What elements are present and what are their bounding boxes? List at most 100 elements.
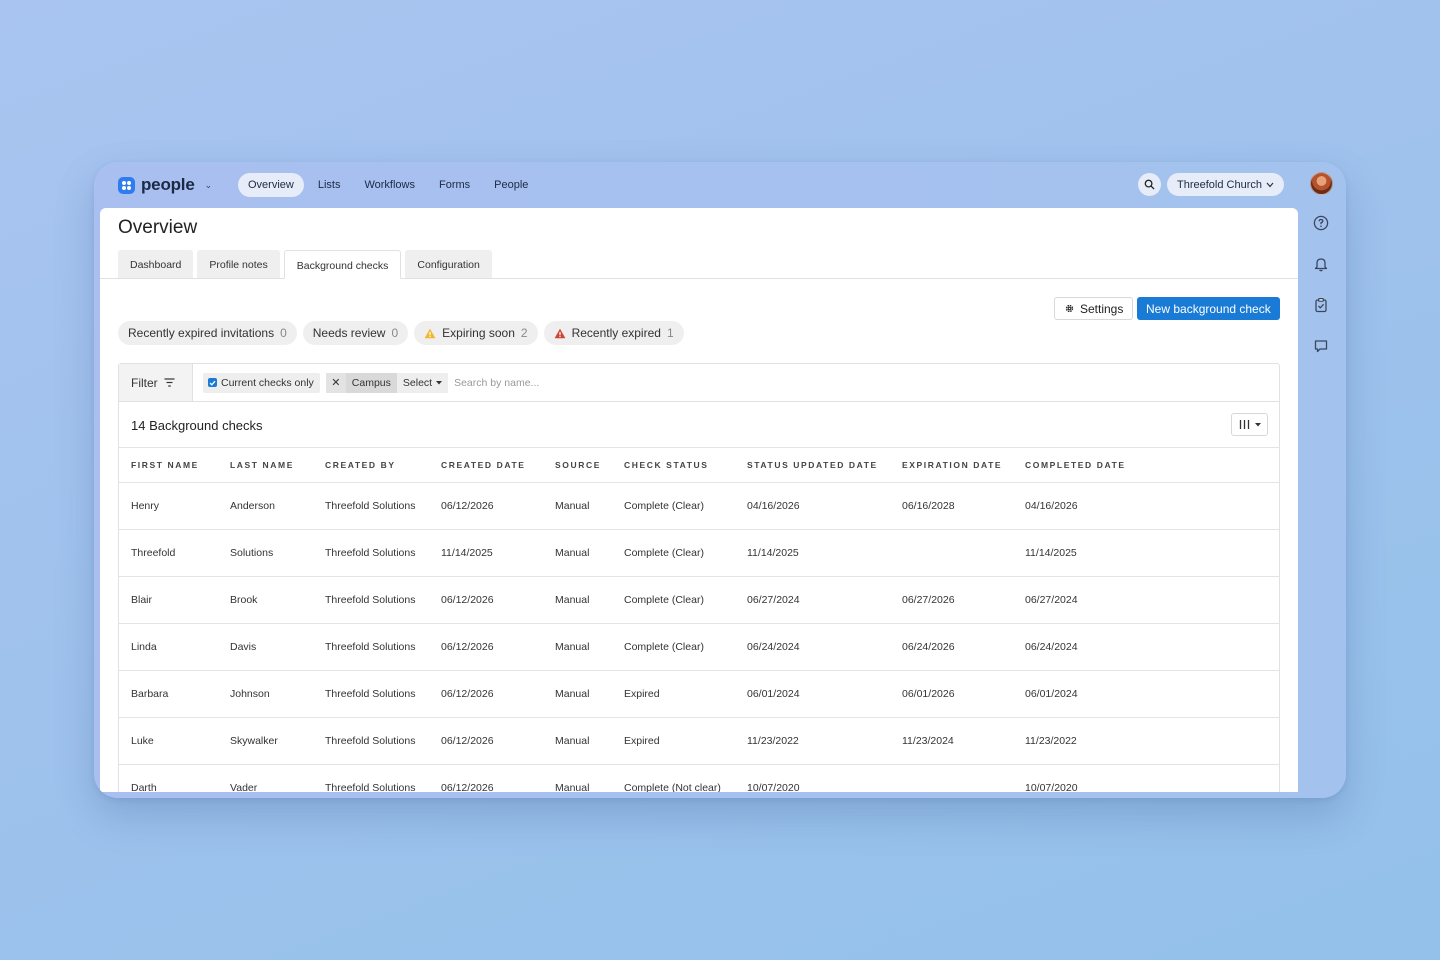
new-background-check-button[interactable]: New background check — [1137, 297, 1280, 320]
nav-overview[interactable]: Overview — [238, 173, 304, 197]
settings-button[interactable]: Settings — [1054, 297, 1134, 320]
col-created-date[interactable]: CREATED DATE — [429, 447, 543, 483]
chat-icon[interactable] — [1312, 337, 1330, 355]
tab-bar: Dashboard Profile notes Background check… — [118, 250, 492, 279]
columns-icon — [1239, 420, 1249, 429]
tab-configuration[interactable]: Configuration — [405, 250, 492, 279]
global-search-button[interactable] — [1138, 173, 1161, 196]
pill-recently-expired-invitations[interactable]: Recently expired invitations 0 — [118, 321, 297, 345]
status-pills: Recently expired invitations 0 Needs rev… — [118, 321, 684, 345]
help-icon[interactable] — [1312, 214, 1330, 232]
bell-icon[interactable] — [1312, 255, 1330, 273]
nav-workflows[interactable]: Workflows — [354, 173, 425, 197]
search-by-name-input[interactable] — [454, 376, 755, 389]
chevron-down-icon: ⌄ — [204, 179, 213, 190]
people-logo-icon — [118, 176, 135, 194]
col-first-name[interactable]: FIRST NAME — [119, 447, 218, 483]
col-last-name[interactable]: LAST NAME — [218, 447, 313, 483]
cell-status-updated-date: 11/23/2022 — [735, 717, 890, 765]
cell-last-name: Anderson — [218, 482, 313, 530]
cell-completed-date: 06/27/2024 — [1013, 576, 1279, 624]
cell-created-date: 06/12/2026 — [429, 576, 543, 624]
alert-icon — [554, 328, 565, 338]
table-header-row: FIRST NAME LAST NAME CREATED BY CREATED … — [119, 447, 1279, 483]
checkbox-checked-icon[interactable] — [208, 378, 217, 387]
clipboard-check-icon[interactable] — [1312, 296, 1330, 314]
campus-select-dropdown[interactable]: Select — [396, 372, 449, 393]
filter-lines-icon — [164, 378, 175, 387]
cell-last-name: Johnson — [218, 670, 313, 718]
cell-created-by: Threefold Solutions — [313, 529, 429, 577]
cell-first-name: Henry — [119, 482, 218, 530]
app-switcher[interactable]: people ⌄ — [118, 175, 212, 195]
column-picker-button[interactable] — [1231, 413, 1268, 436]
cell-expiration-date — [890, 529, 1013, 577]
col-source[interactable]: SOURCE — [543, 447, 612, 483]
cell-created-by: Threefold Solutions — [313, 576, 429, 624]
pill-needs-review[interactable]: Needs review 0 — [302, 321, 409, 345]
remove-filter-icon[interactable]: ✕ — [325, 372, 346, 393]
cell-created-by: Threefold Solutions — [313, 670, 429, 718]
cell-completed-date: 10/07/2020 — [1013, 764, 1279, 792]
cell-status-updated-date: 11/14/2025 — [735, 529, 890, 577]
cell-expiration-date: 06/27/2026 — [890, 576, 1013, 624]
gear-icon — [1065, 304, 1074, 313]
cell-first-name: Luke — [119, 717, 218, 765]
cell-source: Manual — [543, 482, 612, 530]
cell-source: Manual — [543, 529, 612, 577]
cell-created-by: Threefold Solutions — [313, 482, 429, 530]
pill-expiring-soon[interactable]: Expiring soon 2 — [414, 321, 538, 345]
nav-forms[interactable]: Forms — [429, 173, 480, 197]
pill-label: Expiring soon — [442, 326, 515, 340]
cell-check-status: Expired — [612, 670, 735, 718]
filter-bar: Filter Current checks only ✕ Campus Sele… — [118, 363, 1280, 402]
tab-dashboard[interactable]: Dashboard — [118, 250, 194, 279]
col-completed-date[interactable]: COMPLETED DATE — [1013, 447, 1279, 483]
avatar[interactable] — [1310, 172, 1333, 195]
cell-last-name: Solutions — [218, 529, 313, 577]
table-row[interactable]: Henry Anderson Threefold Solutions 06/12/20… — [119, 482, 1279, 530]
tab-profile-notes[interactable]: Profile notes — [197, 250, 280, 279]
cell-created-by: Threefold Solutions — [313, 764, 429, 792]
results-table-box: 14 Background checks FIRST NAME LAST NAM… — [118, 401, 1280, 792]
nav-lists[interactable]: Lists — [308, 173, 351, 197]
background-checks-table: FIRST NAME LAST NAME CREATED BY CREATED … — [119, 447, 1279, 792]
cell-expiration-date: 11/23/2024 — [890, 717, 1013, 765]
pill-count: 0 — [280, 326, 287, 340]
col-status-updated-date[interactable]: STATUS UPDATED DATE — [735, 447, 890, 483]
col-created-by[interactable]: CREATED BY — [313, 447, 429, 483]
cell-created-date: 06/12/2026 — [429, 764, 543, 792]
cell-check-status: Complete (Clear) — [612, 623, 735, 671]
table-row[interactable]: Linda Davis Threefold Solutions 06/12/2026 M… — [119, 623, 1279, 671]
nav-people[interactable]: People — [484, 173, 538, 197]
org-switcher[interactable]: Threefold Church — [1167, 173, 1284, 196]
table-row[interactable]: Threefold Solutions Threefold Solutions 11/… — [119, 529, 1279, 577]
col-expiration-date[interactable]: EXPIRATION DATE — [890, 447, 1013, 483]
cell-first-name: Threefold — [119, 529, 218, 577]
table-row[interactable]: Luke Skywalker Threefold Solutions 06/12/20… — [119, 717, 1279, 765]
table-row[interactable]: Darth Vader Threefold Solutions 06/12/2026 M… — [119, 764, 1279, 792]
cell-created-date: 11/14/2025 — [429, 529, 543, 577]
warning-icon — [424, 328, 436, 338]
settings-label: Settings — [1080, 301, 1124, 316]
campus-select-value: Select — [402, 376, 433, 389]
pill-recently-expired[interactable]: Recently expired 1 — [543, 321, 684, 345]
cell-source: Manual — [543, 717, 612, 765]
table-row[interactable]: Barbara Johnson Threefold Solutions 06/12/2… — [119, 670, 1279, 718]
cell-expiration-date: 06/01/2026 — [890, 670, 1013, 718]
cell-expiration-date — [890, 764, 1013, 792]
pill-count: 0 — [391, 326, 399, 340]
cell-source: Manual — [543, 670, 612, 718]
table-row[interactable]: Blair Brook Threefold Solutions 06/12/2026 M… — [119, 576, 1279, 624]
current-checks-only-filter[interactable]: Current checks only — [203, 372, 320, 393]
cell-status-updated-date: 06/01/2024 — [735, 670, 890, 718]
cell-expiration-date: 06/24/2026 — [890, 623, 1013, 671]
tab-background-checks[interactable]: Background checks — [283, 250, 402, 279]
cell-check-status: Complete (Not clear) — [612, 764, 735, 792]
cell-source: Manual — [543, 764, 612, 792]
cell-completed-date: 11/23/2022 — [1013, 717, 1279, 765]
cell-created-date: 06/12/2026 — [429, 717, 543, 765]
cell-created-date: 06/12/2026 — [429, 482, 543, 530]
filter-button[interactable]: Filter — [119, 364, 193, 401]
col-check-status[interactable]: CHECK STATUS — [612, 447, 735, 483]
